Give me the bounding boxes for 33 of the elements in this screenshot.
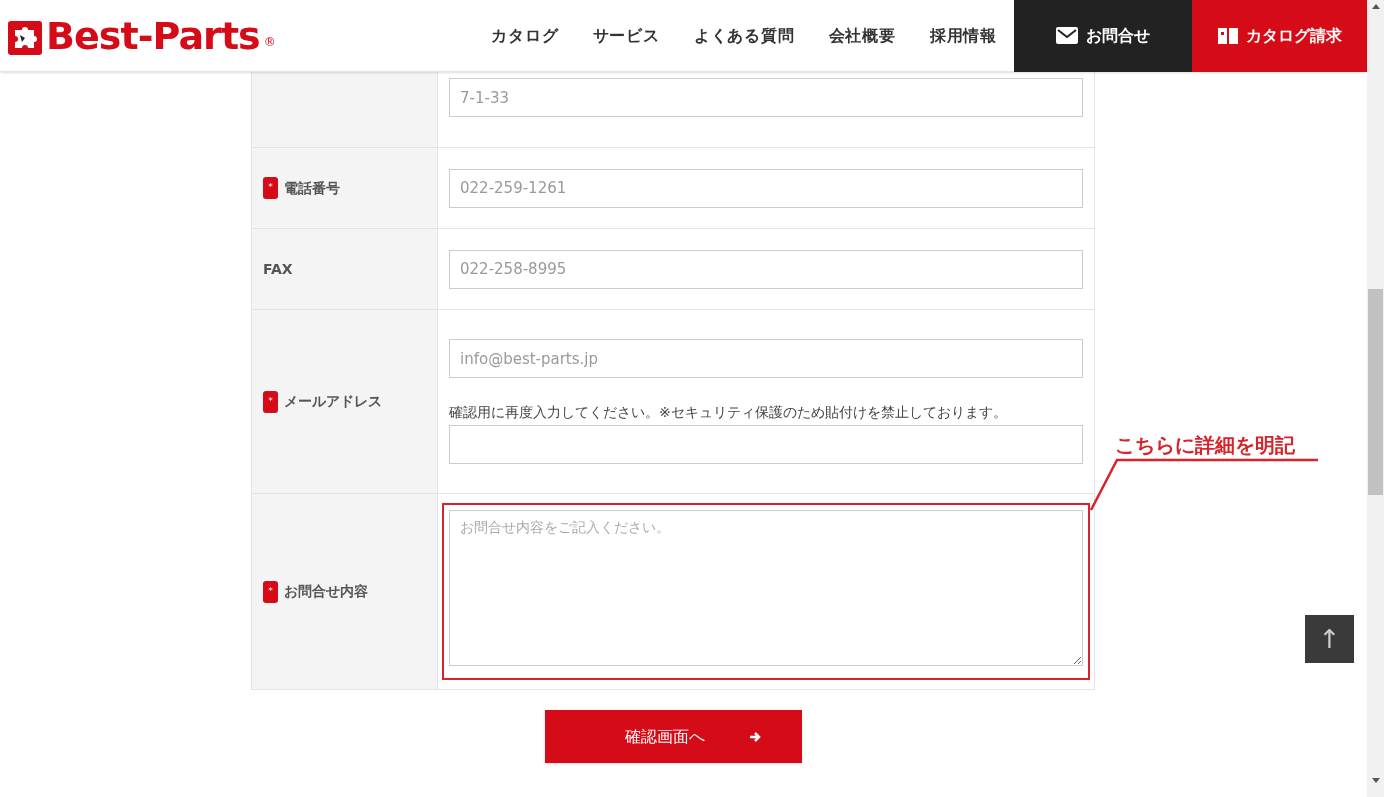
field-label: お問合せ内容 <box>284 582 368 601</box>
contact-button[interactable]: お問合せ <box>1014 0 1192 72</box>
page-top-button[interactable]: ↑ <box>1305 615 1354 663</box>
nav-link[interactable]: 会社概要 <box>828 23 896 48</box>
inquiry-textarea[interactable]: お問合せ内容をご記入ください。 <box>449 510 1083 666</box>
nav-link[interactable]: 採用情報 <box>929 23 997 48</box>
book-icon <box>1217 26 1238 45</box>
required-badge: * <box>263 390 278 413</box>
input-field[interactable]: 022-259-1261 <box>449 168 1083 208</box>
required-badge: * <box>263 177 278 199</box>
puzzle-logo-icon <box>8 20 42 55</box>
nav-link[interactable]: よくある質問 <box>693 23 795 48</box>
confirm-note: 確認用に再度入力してください。※セキュリティ保護のため貼付けを禁止しております。 <box>449 403 1008 422</box>
annotation-text: こちらに詳細を明記 <box>1115 432 1295 459</box>
scroll-thumb[interactable] <box>1368 289 1383 495</box>
input-field[interactable]: 022-258-8995 <box>449 249 1083 289</box>
confirm-email-field[interactable] <box>449 425 1083 464</box>
field-label: FAX <box>263 259 293 279</box>
nav-link[interactable]: カタログ <box>491 23 559 48</box>
registered-mark: ® <box>263 33 276 51</box>
input-field[interactable]: 7-1-33 <box>449 78 1083 117</box>
logo-text: Best-Parts <box>46 16 260 55</box>
required-badge: * <box>263 580 278 603</box>
input-field[interactable]: info@best-parts.jp <box>449 339 1083 378</box>
scroll-down-icon[interactable] <box>1371 778 1380 783</box>
mail-icon <box>1056 27 1078 44</box>
field-label: メールアドレス <box>284 392 382 411</box>
nav-link[interactable]: サービス <box>592 23 660 48</box>
arrow-right-icon <box>749 730 761 743</box>
catalog-request-button[interactable]: カタログ請求 <box>1192 0 1367 72</box>
scroll-up-icon[interactable] <box>1371 4 1380 9</box>
field-label: 電話番号 <box>284 178 340 198</box>
confirm-button[interactable]: 確認画面へ <box>544 710 802 763</box>
